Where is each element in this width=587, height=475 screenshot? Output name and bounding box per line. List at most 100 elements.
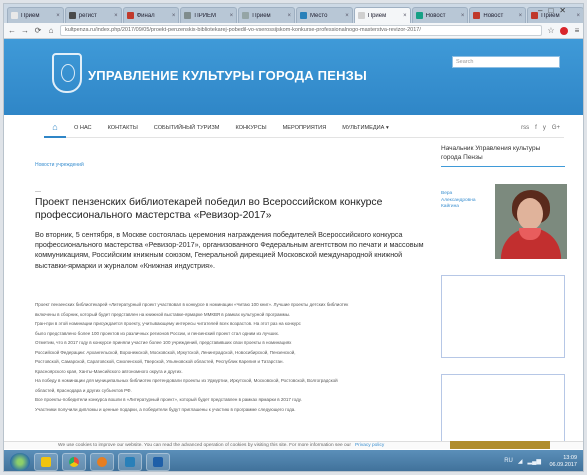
cookie-accept-button[interactable]	[450, 441, 550, 449]
browser-window: Прием × регист × Финал × ПРИЕМ × Прием × Место × При…	[3, 3, 584, 472]
article-paragraph: Проект пензенских библиотекарей «Литерат…	[35, 302, 349, 307]
menu-item[interactable]: МЕРОПРИЯТИЯ	[275, 125, 335, 131]
article-paragraph: Российской Федерации: Архангельской, Вор…	[35, 349, 296, 355]
home-icon[interactable]: ⌂	[44, 118, 66, 138]
browser-tab[interactable]: Новост ×	[411, 7, 469, 23]
tab-close-icon[interactable]: ×	[287, 13, 291, 19]
main-menu: ⌂ О НАС КОНТАКТЫ СОБЫТИЙНЫЙ ТУРИЗМ КОНКУРСЫ…	[44, 118, 564, 138]
article-title: Проект пензенских библиотекарей победил …	[35, 197, 383, 221]
site-logo[interactable]	[52, 53, 82, 93]
start-button[interactable]	[10, 452, 30, 471]
sidebar-banner[interactable]	[441, 374, 565, 444]
title-dash: —	[35, 189, 41, 195]
reload-icon[interactable]: ⟳	[34, 26, 42, 35]
tab-close-icon[interactable]: ×	[576, 13, 580, 19]
browser-tab[interactable]: Прием ×	[238, 7, 295, 23]
tab-close-icon[interactable]: ×	[403, 13, 407, 19]
article-paragraph: Все проекты-победители конкурса вошли в …	[35, 397, 302, 402]
tab-favicon-icon	[126, 12, 134, 19]
tab-label: ПРИЕМ	[194, 12, 217, 19]
tab-label: регист	[78, 12, 97, 19]
chrome-taskbar-icon[interactable]	[62, 452, 86, 471]
tab-close-icon[interactable]: ×	[519, 13, 523, 19]
browser-tab[interactable]: Прием ×	[7, 7, 64, 23]
web-page: УПРАВЛЕНИЕ КУЛЬТУРЫ ГОРОДА ПЕНЗЫ Search …	[4, 39, 583, 444]
explorer-taskbar-icon[interactable]	[34, 452, 58, 471]
tab-close-icon[interactable]: ×	[345, 13, 349, 19]
article-paragraph: областей, Краснодара и других субъектов …	[35, 387, 132, 393]
article-lead: Во вторник, 5 сентября, в Москве состоял…	[35, 230, 424, 270]
browser-tab[interactable]: Прием ×	[353, 7, 411, 23]
browser-menu-icon[interactable]: ≡	[573, 26, 581, 35]
clock[interactable]: 13:09 06.09.2017	[549, 455, 577, 468]
browser-tab[interactable]: Финал ×	[122, 7, 180, 23]
tab-favicon-icon	[415, 12, 423, 19]
tab-favicon-icon	[242, 12, 250, 19]
taskbar: RU ◢ ▂▄▆ 13:09 06.09.2017	[4, 450, 583, 471]
tab-close-icon[interactable]: ×	[461, 13, 465, 19]
volume-icon[interactable]: ◢	[518, 458, 523, 465]
tab-close-icon[interactable]: ×	[172, 13, 176, 19]
address-bar: ← → ⟳ ⌂ kultpenza.ru/index.php/2017/09/0…	[4, 23, 583, 39]
browser-tab[interactable]: ПРИЕМ ×	[180, 7, 238, 23]
site-title[interactable]: УПРАВЛЕНИЕ КУЛЬТУРЫ ГОРОДА ПЕНЗЫ	[88, 68, 367, 83]
tab-favicon-icon	[299, 12, 307, 19]
network-icon[interactable]: ▂▄▆	[528, 458, 541, 465]
back-icon[interactable]: ←	[8, 26, 16, 35]
social-icon[interactable]: f	[535, 125, 537, 131]
extension-icon[interactable]	[560, 26, 568, 35]
social-icon[interactable]: rss	[521, 125, 529, 131]
tab-favicon-icon	[184, 12, 192, 19]
menu-item[interactable]: СОБЫТИЙНЫЙ ТУРИЗМ	[146, 125, 228, 131]
site-search-input[interactable]: Search	[452, 56, 560, 68]
forward-icon[interactable]: →	[21, 26, 29, 35]
article-paragraph: Отметим, что в 2017 году в конкурсе прин…	[35, 340, 292, 345]
article-paragraph: Гран-при в этой номинации присуждается п…	[35, 321, 301, 326]
tab-close-icon[interactable]: ×	[114, 13, 118, 19]
sidebar-title: Начальник Управления культуры города Пен…	[441, 145, 541, 161]
browser-tab[interactable]: Место ×	[295, 7, 353, 23]
sidebar-banner[interactable]	[441, 275, 565, 358]
tab-favicon-icon	[357, 12, 365, 19]
article-paragraph: На победу в номинации для муниципальных …	[35, 378, 338, 383]
browser-tab[interactable]: Новост ×	[469, 7, 527, 23]
clock-date: 06.09.2017	[549, 461, 577, 468]
article-paragraph: Участники получили дипломы и ценные пода…	[35, 406, 296, 412]
article-paragraph: включены в сборник, который будет предст…	[35, 311, 291, 317]
system-tray: RU ◢ ▂▄▆	[504, 458, 541, 465]
word-taskbar-icon[interactable]	[146, 452, 170, 471]
minimize-icon[interactable]: –	[538, 6, 542, 15]
tab-label: Прием	[252, 12, 271, 19]
tab-favicon-icon	[473, 12, 481, 19]
article-paragraph: Ростовской, Самарской, Саратовской, Смол…	[35, 359, 284, 364]
site-header: УПРАВЛЕНИЕ КУЛЬТУРЫ ГОРОДА ПЕНЗЫ Search	[4, 39, 583, 115]
maximize-icon[interactable]: □	[548, 6, 553, 15]
bookmark-star-icon[interactable]: ☆	[547, 26, 555, 35]
menu-item[interactable]: КОНКУРСЫ	[227, 125, 274, 131]
name-line: Кайгина	[441, 204, 459, 209]
close-window-icon[interactable]: ✕	[559, 6, 566, 15]
app-taskbar-icon[interactable]	[118, 452, 142, 471]
tray-lang[interactable]: RU	[504, 458, 513, 465]
browser-tab[interactable]: регист ×	[64, 7, 122, 23]
url-field[interactable]: kultpenza.ru/index.php/2017/09/05/proekt…	[60, 25, 542, 36]
article-paragraph: было представлено более 100 проектов из …	[35, 330, 280, 336]
sidebar-person-name[interactable]: Вера Александровна Кайгина	[441, 191, 476, 211]
tab-label: Новост	[483, 12, 504, 19]
menu-item[interactable]: МУЛЬТИМЕДИА ▾	[334, 125, 397, 131]
social-icon[interactable]: G+	[552, 125, 560, 131]
cookie-text: We use cookies to improve our website. Y…	[58, 443, 351, 448]
tab-label: Место	[309, 12, 328, 19]
privacy-policy-link[interactable]: Privacy policy	[355, 443, 384, 448]
tab-strip: Прием × регист × Финал × ПРИЕМ × Прием × Место × При…	[4, 4, 583, 23]
breadcrumb[interactable]: Новости учреждений	[35, 162, 84, 168]
home-button-icon[interactable]: ⌂	[47, 26, 55, 35]
tab-favicon-icon	[11, 12, 18, 19]
menu-item[interactable]: КОНТАКТЫ	[100, 125, 146, 131]
tab-close-icon[interactable]: ×	[56, 13, 60, 19]
social-icon[interactable]: y	[543, 125, 546, 131]
social-links: rss f y G+	[521, 125, 564, 131]
menu-item[interactable]: О НАС	[66, 125, 100, 131]
tab-close-icon[interactable]: ×	[230, 13, 234, 19]
media-player-taskbar-icon[interactable]	[90, 452, 114, 471]
